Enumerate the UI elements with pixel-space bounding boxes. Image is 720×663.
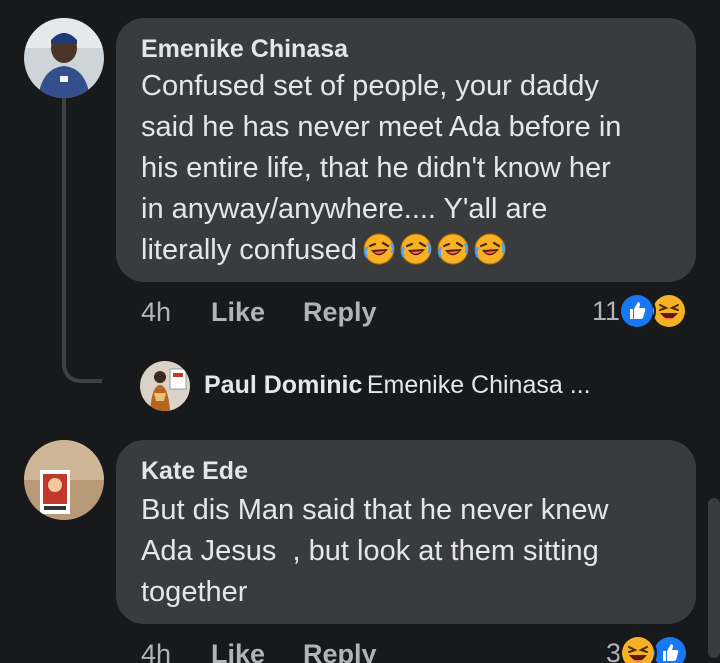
rolling-on-floor-laughing-icon xyxy=(400,233,432,265)
reaction-count: 11 xyxy=(592,295,621,326)
comment-bubble: Emenike Chinasa Confused set of people, … xyxy=(116,18,696,282)
comment-text: But dis Man said that he never knew Ada … xyxy=(141,490,608,613)
haha-icon xyxy=(619,634,658,663)
avatar[interactable] xyxy=(140,361,190,411)
emoji-row xyxy=(363,233,506,277)
comment-timestamp[interactable]: 4h xyxy=(141,297,171,328)
like-button[interactable]: Like xyxy=(211,297,265,328)
avatar-photo-icon xyxy=(140,361,190,411)
rolling-on-floor-laughing-icon xyxy=(363,233,395,265)
like-button[interactable]: Like xyxy=(211,639,265,663)
comment-bubble: Kate Ede But dis Man said that he never … xyxy=(116,440,696,624)
reply-author[interactable]: Paul Dominic xyxy=(204,371,362,399)
comment-author[interactable]: Kate Ede xyxy=(141,456,248,486)
reply-preview: Emenike Chinasa ... xyxy=(366,371,591,399)
avatar[interactable] xyxy=(24,440,104,520)
comment-actions: 4h Like Reply xyxy=(141,297,441,329)
avatar-photo-icon xyxy=(24,440,104,520)
comment-line: said he has never meet Ada before in xyxy=(141,111,622,143)
comment-text: Confused set of people, your daddy said … xyxy=(141,66,621,277)
comment-line-with-emoji: literally confused xyxy=(141,230,621,277)
comment-author[interactable]: Emenike Chinasa xyxy=(141,34,348,64)
reaction-summary[interactable]: 11 xyxy=(592,292,689,330)
thread-connector-line xyxy=(62,98,102,383)
like-icon xyxy=(618,292,657,330)
comment-line: his entire life, that he didn't know her xyxy=(141,152,611,184)
scrollbar[interactable] xyxy=(708,498,720,658)
comment-line: in anyway/anywhere.... Y'all are xyxy=(141,193,548,225)
collapsed-reply[interactable]: Paul Dominic Emenike Chinasa ... xyxy=(204,371,591,400)
comments-page: Emenike Chinasa Confused set of people, … xyxy=(0,0,720,663)
like-icon xyxy=(651,634,690,663)
comment-actions: 4h Like Reply xyxy=(141,639,441,663)
comment-line: Confused set of people, your daddy xyxy=(141,70,599,102)
reply-button[interactable]: Reply xyxy=(303,639,377,663)
comment-line: literally confused xyxy=(141,234,357,266)
reply-button[interactable]: Reply xyxy=(303,297,377,328)
reaction-summary[interactable]: 3 xyxy=(606,634,690,663)
comment-timestamp[interactable]: 4h xyxy=(141,639,171,663)
rolling-on-floor-laughing-icon xyxy=(474,233,506,265)
avatar-photo-icon xyxy=(24,18,104,98)
comment-line: Ada Jesus , but look at them sitting xyxy=(141,535,599,567)
avatar[interactable] xyxy=(24,18,104,98)
comment-line: together xyxy=(141,576,248,608)
comment-line: But dis Man said that he never knew xyxy=(141,494,609,526)
rolling-on-floor-laughing-icon xyxy=(437,233,469,265)
